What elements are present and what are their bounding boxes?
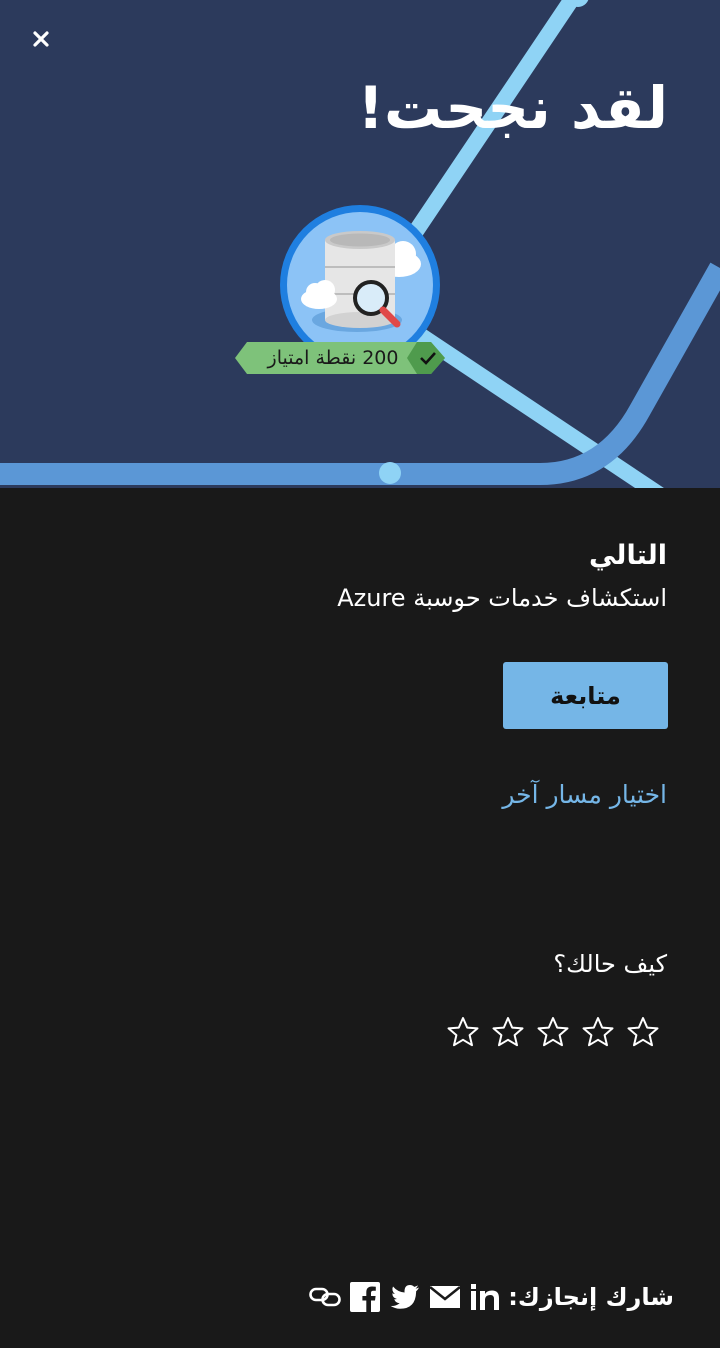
continue-button[interactable]: متابعة — [503, 662, 668, 729]
check-icon — [420, 352, 436, 365]
next-section: التالي استكشاف خدمات حوسبة Azure متابعة … — [0, 488, 720, 1348]
hero-banner: لقد نجحت! 200 نقطة امتياز — [0, 0, 720, 488]
facebook-icon[interactable] — [348, 1280, 382, 1314]
points-ribbon: 200 نقطة امتياز — [235, 342, 445, 374]
share-label: شارك إنجازك: — [508, 1283, 674, 1311]
linkedin-icon[interactable] — [468, 1280, 502, 1314]
twitter-icon[interactable] — [388, 1280, 422, 1314]
star-icon-1[interactable] — [447, 1016, 479, 1048]
star-icon-3[interactable] — [537, 1016, 569, 1048]
star-icon-4[interactable] — [582, 1016, 614, 1048]
email-icon[interactable] — [428, 1280, 462, 1314]
star-rating — [447, 1016, 659, 1048]
next-label: التالي — [588, 540, 667, 571]
next-module-title: استكشاف خدمات حوسبة Azure — [337, 584, 667, 612]
success-title: لقد نجحت! — [357, 74, 668, 142]
link-icon[interactable] — [308, 1280, 342, 1314]
close-button[interactable] — [22, 20, 60, 58]
feedback-question: كيف حالك؟ — [553, 950, 667, 978]
points-text: 200 نقطة امتياز — [267, 347, 399, 369]
star-icon-2[interactable] — [492, 1016, 524, 1048]
share-row: شارك إنجازك: — [308, 1280, 674, 1314]
choose-other-path-link[interactable]: اختيار مسار آخر — [502, 780, 667, 809]
close-icon — [33, 31, 49, 47]
star-icon-5[interactable] — [627, 1016, 659, 1048]
